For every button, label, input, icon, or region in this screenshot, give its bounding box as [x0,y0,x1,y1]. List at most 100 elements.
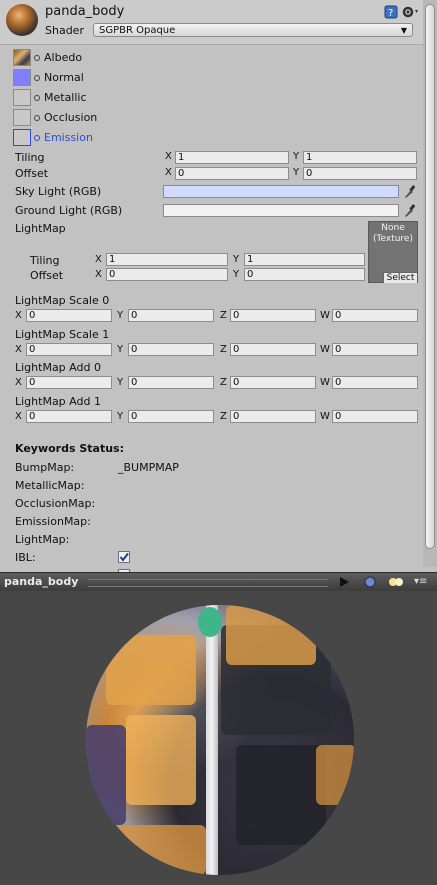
material-title: panda_body [45,4,125,19]
help-book-icon[interactable]: ? [384,5,398,19]
vector-y-axis: Y [117,377,124,388]
offset-x-axis: X [165,167,172,178]
lightmap-offset-x-field[interactable]: 0 [106,268,228,281]
sphere-texture-patch [316,745,354,805]
shader-dropdown[interactable]: SGPBR Opaque ▼ [93,23,413,37]
tiling-x-axis: X [165,151,172,162]
normal-texture-slot[interactable] [13,69,31,86]
vector-y-field[interactable]: 0 [128,343,214,356]
vector-z-field[interactable]: 0 [230,410,316,423]
metallic-label: Metallic [44,91,87,104]
lightmap-select-button[interactable]: Select [383,272,417,283]
svg-text:?: ? [388,8,393,19]
sphere-mesh-icon[interactable] [364,576,376,591]
tiling-y-field[interactable]: 1 [303,151,417,164]
vector-z-field[interactable]: 0 [230,343,316,356]
vector-x-field[interactable]: 0 [26,343,112,356]
vector-y-field[interactable]: 0 [128,410,214,423]
keyword-label: LightMap: [15,533,70,546]
ground-light-label: Ground Light (RGB) [15,204,123,217]
lightmap-texture-slot[interactable]: None (Texture) Select [368,221,418,283]
lightmap-tiling-x-axis: X [95,254,102,265]
preview-sphere[interactable] [86,605,354,875]
lightmap-tiling-x-field[interactable]: 1 [106,253,228,266]
lightmap-offset-y-field[interactable]: 0 [244,268,365,281]
material-header: panda_body Shader SGPBR Opaque ▼ ? [0,0,437,45]
vector-z-axis: Z [220,344,227,355]
occlusion-picker-dot[interactable] [34,115,40,121]
tiling-label: Tiling [15,151,45,164]
vector-y-axis: Y [117,411,124,422]
vector-x-axis: X [15,411,22,422]
ibl-checkbox[interactable] [118,551,130,563]
vector-w-axis: W [320,377,330,388]
vector-y-field[interactable]: 0 [128,376,214,389]
vector-z-field[interactable]: 0 [230,376,316,389]
albedo-picker-dot[interactable] [34,55,40,61]
eyedropper-icon[interactable] [403,184,416,198]
sky-light-color-field[interactable] [163,185,399,198]
vector-w-field[interactable]: 0 [332,410,418,423]
normal-label: Normal [44,71,84,84]
offset-y-field[interactable]: 0 [303,167,417,180]
offset-y-axis: Y [293,167,300,178]
menu-icon[interactable]: ▾≡ [414,576,427,587]
shader-label: Shader [45,24,84,37]
lightmap-tiling-label: Tiling [30,254,60,267]
lightmap-offset-y-axis: Y [233,269,240,280]
lightmap-slot-text: None (Texture) [373,223,413,244]
preview-title: panda_body [4,575,79,588]
vector-x-field[interactable]: 0 [26,376,112,389]
vector-w-field[interactable]: 0 [332,343,418,356]
emission-label: Emission [44,131,93,144]
chevron-down-icon: ▼ [400,26,407,35]
sphere-texture-patch [126,715,196,805]
preview-toolbar: panda_body ▾≡ [0,572,437,591]
vector-label: LightMap Scale 0 [15,294,110,307]
vector-w-field[interactable]: 0 [332,376,418,389]
vector-z-axis: Z [220,411,227,422]
offset-x-field[interactable]: 0 [175,167,289,180]
emission-texture-slot[interactable] [13,129,31,146]
inspector-scrollbar[interactable] [423,0,437,567]
sphere-texture-patch [106,825,206,875]
keyword-label: BumpMap: [15,461,75,474]
sphere-texture-patch [198,607,222,637]
sphere-texture-patch [86,725,126,825]
offset-label: Offset [15,167,49,180]
albedo-texture-slot[interactable] [13,49,31,66]
vector-w-axis: W [320,411,330,422]
sphere-texture-patch [106,635,196,705]
metallic-texture-slot[interactable] [13,89,31,106]
shader-value: SGPBR Opaque [99,25,176,36]
play-icon[interactable] [338,576,350,591]
ground-light-color-field[interactable] [163,204,399,217]
emission-picker-dot[interactable] [34,135,40,141]
lightmap-offset-label: Offset [30,269,64,282]
tiling-x-field[interactable]: 1 [175,151,289,164]
vector-w-field[interactable]: 0 [332,309,418,322]
preview-drag-handle[interactable] [88,579,328,587]
vector-x-axis: X [15,310,22,321]
keyword-label: OcclusionMap: [15,497,96,510]
sphere-texture-patch [226,605,316,665]
eyedropper-icon[interactable] [403,203,416,217]
tiling-y-axis: Y [293,151,300,162]
vector-x-field[interactable]: 0 [26,309,112,322]
scrollbar-thumb[interactable] [425,4,435,549]
gear-icon[interactable] [401,5,418,19]
lightmap-tiling-y-field[interactable]: 1 [244,253,365,266]
metallic-picker-dot[interactable] [34,95,40,101]
ibl-label: IBL: [15,551,36,564]
normal-picker-dot[interactable] [34,75,40,81]
sphere-seam [206,605,218,875]
vector-x-axis: X [15,377,22,388]
occlusion-texture-slot[interactable] [13,109,31,126]
vector-label: LightMap Add 0 [15,361,101,374]
light-toggle-icon[interactable] [388,576,404,591]
vector-y-field[interactable]: 0 [128,309,214,322]
keyword-value: _BUMPMAP [118,461,179,474]
keyword-label: EmissionMap: [15,515,91,528]
vector-z-field[interactable]: 0 [230,309,316,322]
vector-x-field[interactable]: 0 [26,410,112,423]
